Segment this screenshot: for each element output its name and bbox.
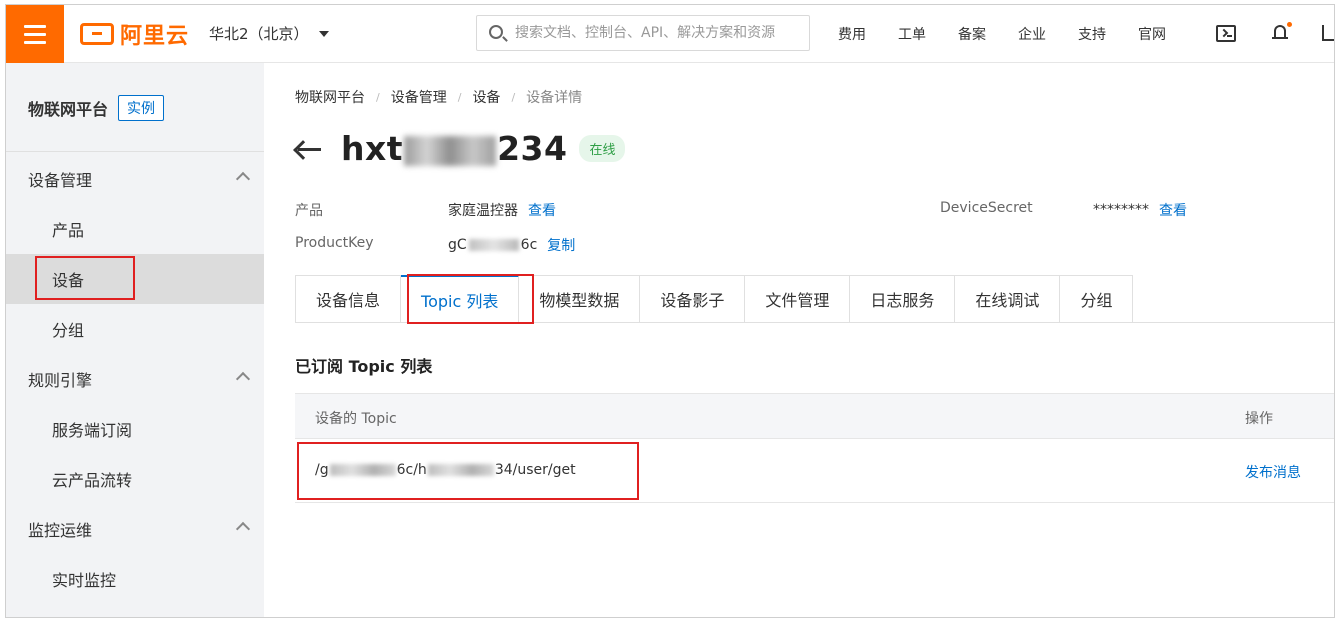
tab-online-debug[interactable]: 在线调试 bbox=[955, 275, 1061, 323]
cart-icon[interactable] bbox=[1322, 25, 1334, 41]
sidebar-item-label: 云产品流转 bbox=[52, 471, 133, 490]
highlight-box-devices bbox=[35, 256, 135, 300]
breadcrumb: 物联网平台 / 设备管理 / 设备 / 设备详情 bbox=[295, 87, 582, 107]
device-secret-row: ******** 查看 bbox=[1093, 200, 1187, 220]
column-header-action: 操作 bbox=[1245, 411, 1273, 427]
breadcrumb-separator: / bbox=[457, 90, 462, 104]
sidebar-item-server-subscription[interactable]: 服务端订阅 bbox=[6, 404, 264, 454]
section-title: 已订阅 Topic 列表 bbox=[295, 357, 433, 376]
breadcrumb-separator: / bbox=[511, 90, 516, 104]
terminal-icon[interactable] bbox=[1216, 25, 1236, 42]
back-arrow-icon[interactable] bbox=[295, 139, 321, 159]
productkey-label: ProductKey bbox=[295, 235, 374, 251]
sidebar-item-products[interactable]: 产品 bbox=[6, 204, 264, 254]
device-secret-label: DeviceSecret bbox=[940, 200, 1033, 216]
table-header: 设备的 Topic 操作 bbox=[295, 393, 1334, 439]
redacted-text bbox=[468, 239, 519, 251]
sidebar-group-label: 规则引擎 bbox=[28, 371, 93, 390]
main-content: 物联网平台 / 设备管理 / 设备 / 设备详情 hxt 234 在线 产品 家庭… bbox=[264, 63, 1334, 617]
region-label: 华北2（北京） bbox=[209, 25, 309, 43]
nav-fees[interactable]: 费用 bbox=[838, 24, 866, 44]
search-input[interactable] bbox=[515, 22, 801, 44]
region-selector[interactable]: 华北2（北京） bbox=[209, 23, 329, 44]
notification-dot bbox=[1287, 22, 1292, 27]
console-window: 阿里云 华北2（北京） 费用 工单 备案 企业 支持 官网 物联网平台 实例 bbox=[5, 4, 1335, 618]
publish-message-link[interactable]: 发布消息 bbox=[1245, 462, 1301, 482]
device-name: hxt 234 bbox=[341, 129, 567, 168]
product-label: 产品 bbox=[295, 203, 323, 219]
highlight-box-topic-row bbox=[297, 442, 639, 500]
product-value: 家庭温控器 bbox=[448, 203, 518, 219]
sidebar-group-monitoring[interactable]: 监控运维 bbox=[6, 504, 264, 554]
sidebar-item-label: 产品 bbox=[52, 221, 85, 240]
device-name-suffix: 234 bbox=[497, 129, 568, 168]
sidebar-item-label: 服务端订阅 bbox=[52, 421, 133, 440]
top-nav: 费用 工单 备案 企业 支持 官网 bbox=[838, 5, 1198, 63]
nav-icp[interactable]: 备案 bbox=[958, 24, 986, 44]
logo-text: 阿里云 bbox=[120, 24, 190, 49]
search-icon bbox=[489, 25, 503, 39]
instance-badge[interactable]: 实例 bbox=[118, 95, 165, 121]
sidebar-group-device-management[interactable]: 设备管理 bbox=[6, 154, 264, 204]
view-secret-link[interactable]: 查看 bbox=[1159, 200, 1187, 220]
sidebar-divider bbox=[6, 151, 264, 152]
chevron-up-icon bbox=[235, 521, 251, 537]
nav-tickets[interactable]: 工单 bbox=[898, 24, 926, 44]
tab-thing-model-data[interactable]: 物模型数据 bbox=[519, 275, 641, 323]
status-badge: 在线 bbox=[579, 135, 626, 162]
page-title-row: hxt 234 在线 bbox=[295, 129, 626, 168]
aliyun-logo[interactable]: 阿里云 bbox=[80, 20, 190, 49]
breadcrumb-device-detail: 设备详情 bbox=[526, 90, 583, 106]
menu-icon[interactable] bbox=[6, 5, 64, 63]
sidebar: 物联网平台 实例 设备管理 产品 设备 分组 规则引擎 服务端订阅 云产品流转 … bbox=[6, 63, 264, 617]
tab-device-info[interactable]: 设备信息 bbox=[295, 275, 402, 323]
breadcrumb-devices[interactable]: 设备 bbox=[472, 87, 500, 107]
sidebar-item-groups[interactable]: 分组 bbox=[6, 304, 264, 354]
device-name-prefix: hxt bbox=[341, 129, 404, 168]
sidebar-item-label: 分组 bbox=[52, 321, 85, 340]
breadcrumb-iot-platform[interactable]: 物联网平台 bbox=[295, 87, 365, 107]
highlight-box-topic-tab bbox=[407, 274, 534, 324]
tab-device-shadow[interactable]: 设备影子 bbox=[640, 275, 746, 323]
sidebar-item-label: 实时监控 bbox=[52, 571, 117, 590]
aliyun-logo-icon bbox=[80, 23, 114, 45]
device-secret-value: ******** bbox=[1093, 202, 1149, 218]
breadcrumb-separator: / bbox=[376, 90, 380, 104]
top-bar: 阿里云 华北2（北京） 费用 工单 备案 企业 支持 官网 bbox=[6, 5, 1334, 63]
productkey-row: gC 6c 复制 bbox=[448, 235, 575, 255]
notification-bell-icon[interactable] bbox=[1272, 22, 1292, 43]
sidebar-header: 物联网平台 实例 bbox=[28, 95, 165, 121]
caret-down-icon bbox=[318, 30, 329, 37]
redacted-text bbox=[404, 135, 497, 166]
sidebar-item-realtime-monitor[interactable]: 实时监控 bbox=[6, 554, 264, 604]
product-value-row: 家庭温控器 查看 bbox=[448, 200, 556, 220]
nav-support[interactable]: 支持 bbox=[1078, 24, 1106, 44]
breadcrumb-device-management[interactable]: 设备管理 bbox=[391, 87, 447, 107]
copy-productkey-link[interactable]: 复制 bbox=[547, 235, 575, 255]
tab-groups[interactable]: 分组 bbox=[1060, 275, 1134, 323]
sidebar-group-label: 设备管理 bbox=[28, 171, 93, 190]
column-header-topic: 设备的 Topic bbox=[315, 411, 397, 427]
sidebar-title: 物联网平台 bbox=[28, 100, 109, 119]
sidebar-item-data-forwarding[interactable]: 云产品流转 bbox=[6, 454, 264, 504]
search-box[interactable] bbox=[476, 15, 810, 51]
tab-file-management[interactable]: 文件管理 bbox=[745, 275, 851, 323]
action-cell: 发布消息 bbox=[1245, 462, 1301, 482]
productkey-suffix: 6c bbox=[520, 237, 538, 253]
sidebar-group-label: 监控运维 bbox=[28, 521, 93, 540]
view-product-link[interactable]: 查看 bbox=[528, 200, 556, 220]
sidebar-group-rule-engine[interactable]: 规则引擎 bbox=[6, 354, 264, 404]
nav-enterprise[interactable]: 企业 bbox=[1018, 24, 1046, 44]
tab-log-service[interactable]: 日志服务 bbox=[850, 275, 956, 323]
chevron-up-icon bbox=[235, 371, 251, 387]
productkey-prefix: gC bbox=[448, 237, 467, 253]
chevron-up-icon bbox=[235, 171, 251, 187]
nav-official-site[interactable]: 官网 bbox=[1138, 24, 1166, 44]
